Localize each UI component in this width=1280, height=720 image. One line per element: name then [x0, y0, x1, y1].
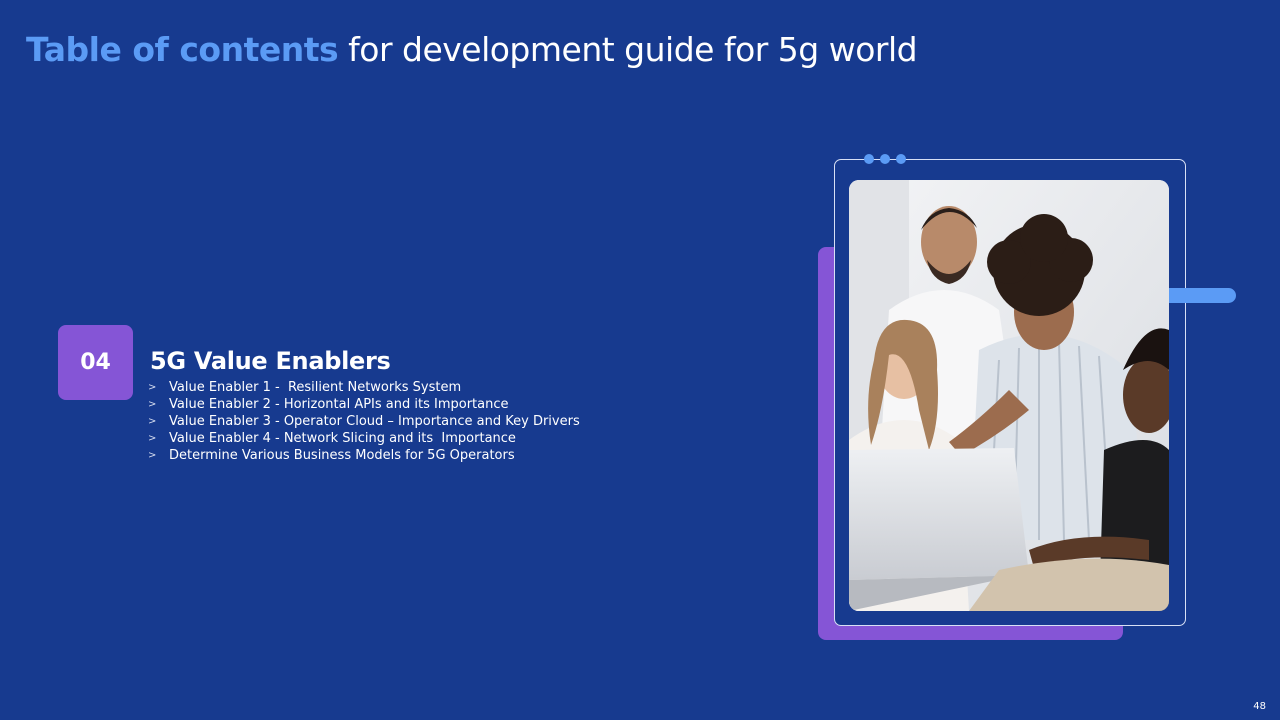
title-rest: for development guide for 5g world: [338, 30, 918, 69]
list-item: > Value Enabler 3 - Operator Cloud – Impo…: [148, 413, 580, 430]
chevron-right-icon: >: [148, 433, 157, 444]
chevron-right-icon: >: [148, 416, 157, 427]
team-photo: [849, 180, 1169, 611]
slide: Table of contents for development guide …: [0, 0, 1280, 720]
decorative-blue-bar: [1160, 288, 1236, 303]
section-item-list: > Value Enabler 1 - Resilient Networks Sy…: [148, 379, 580, 464]
list-item-label: Determine Various Business Models for 5G…: [169, 448, 515, 463]
page-title: Table of contents for development guide …: [26, 28, 918, 72]
section-number-badge: 04: [58, 325, 133, 400]
section-title: 5G Value Enablers: [150, 347, 391, 375]
list-item-label: Value Enabler 1 - Resilient Networks Sys…: [169, 380, 462, 395]
title-highlight: Table of contents: [26, 30, 339, 69]
list-item: > Determine Various Business Models for 5…: [148, 447, 580, 464]
chevron-right-icon: >: [148, 450, 157, 461]
list-item-label: Value Enabler 4 - Network Slicing and it…: [169, 431, 516, 446]
list-item-label: Value Enabler 3 - Operator Cloud – Impor…: [169, 414, 580, 429]
page-number: 48: [1253, 701, 1266, 712]
list-item: > Value Enabler 4 - Network Slicing and i…: [148, 430, 580, 447]
list-item: > Value Enabler 1 - Resilient Networks Sy…: [148, 379, 580, 396]
team-at-laptop-photo-icon: [849, 180, 1169, 611]
dots-decoration-icon: [864, 154, 906, 164]
chevron-right-icon: >: [148, 382, 157, 393]
list-item: > Value Enabler 2 - Horizontal APIs and i…: [148, 396, 580, 413]
chevron-right-icon: >: [148, 399, 157, 410]
list-item-label: Value Enabler 2 - Horizontal APIs and it…: [169, 397, 509, 412]
section-number: 04: [80, 350, 111, 375]
